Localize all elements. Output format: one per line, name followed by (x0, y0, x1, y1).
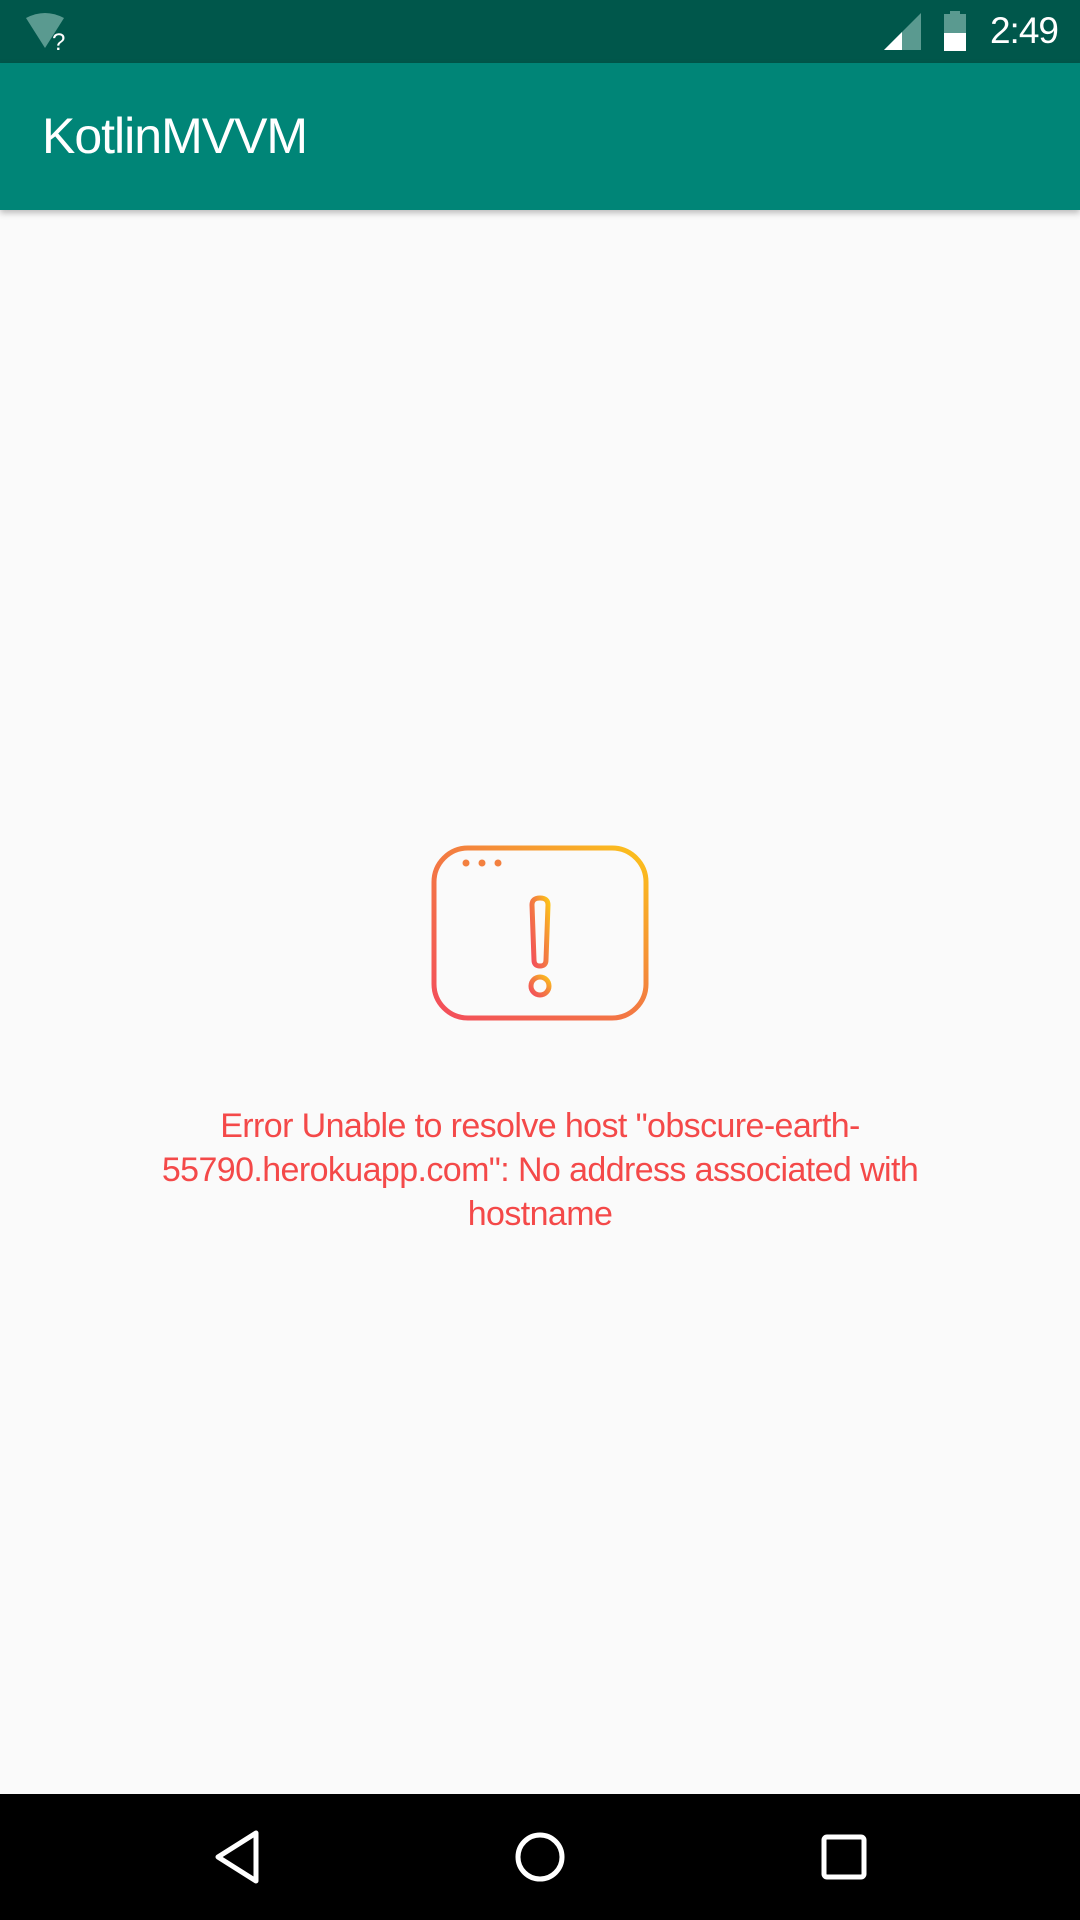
wifi-unknown-icon: ? (26, 13, 65, 54)
battery-icon (944, 11, 966, 51)
clock: 2:49 (989, 10, 1059, 51)
app-title: KotlinMVVM (42, 108, 308, 164)
browser-warning-icon (428, 842, 652, 1022)
status-bar: ? 2:49 (0, 0, 1080, 63)
navigation-bar (0, 1794, 1080, 1920)
app-bar: KotlinMVVM (0, 63, 1080, 210)
signal-icon (884, 13, 921, 50)
home-icon[interactable] (514, 1827, 566, 1887)
back-icon[interactable] (212, 1827, 262, 1887)
svg-text:?: ? (52, 29, 65, 54)
recents-icon[interactable] (820, 1827, 868, 1887)
error-message: Error Unable to resolve host "obscure-ea… (161, 1107, 919, 1233)
